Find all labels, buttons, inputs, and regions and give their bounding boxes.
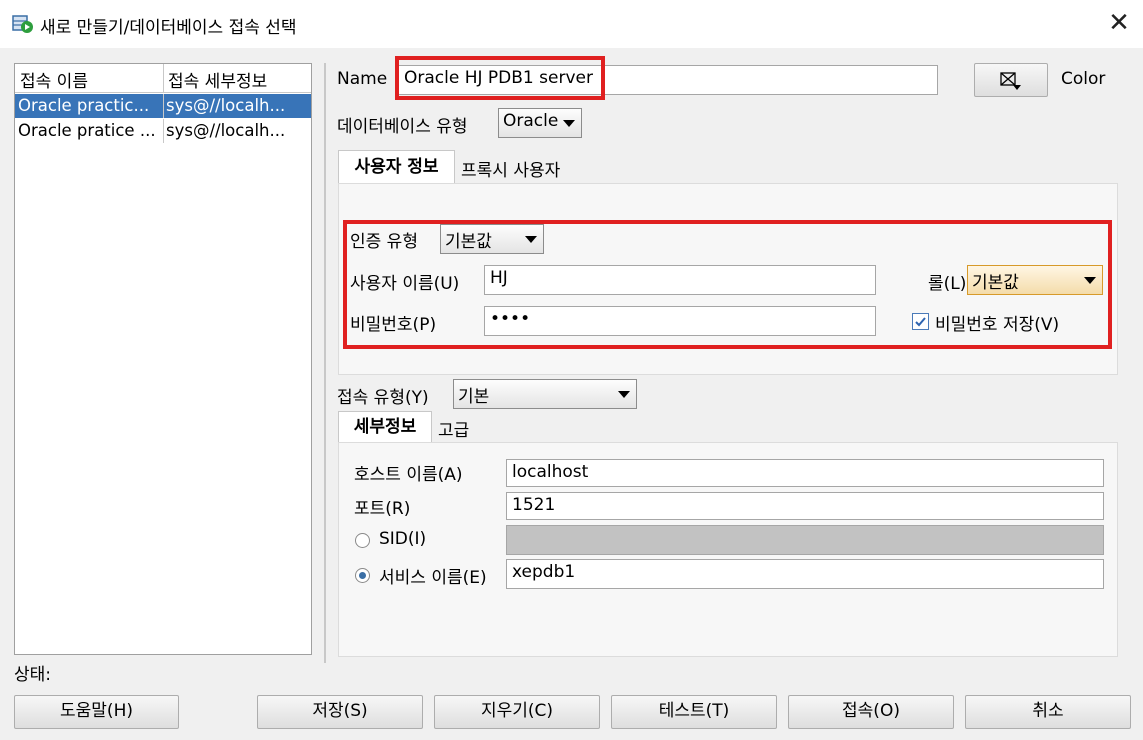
sid-radio[interactable] [355,533,370,548]
clear-button[interactable]: 지우기(C) [434,695,600,729]
service-name-input[interactable]: xepdb1 [506,559,1104,589]
host-label: 호스트 이름(A) [354,465,463,485]
port-label: 포트(R) [354,499,411,519]
color-button[interactable] [974,63,1048,97]
db-type-value: Oracle [503,111,559,131]
service-name-label: 서비스 이름(E) [379,568,487,588]
connection-list-header: 접속 이름 접속 세부정보 [15,64,311,93]
column-header-detail[interactable]: 접속 세부정보 [168,67,267,92]
status-label: 상태: [14,665,52,685]
connection-list[interactable]: 접속 이름 접속 세부정보 Oracle practic... sys@//lo… [14,63,312,655]
chevron-down-icon [618,391,630,398]
splitter[interactable] [324,63,326,663]
connection-name: Oracle pratice ... [18,121,156,140]
window-title: 새로 만들기/데이터베이스 접속 선택 [40,18,297,38]
help-button[interactable]: 도움말(H) [14,695,179,729]
save-button[interactable]: 저장(S) [257,695,423,729]
title-bar: 새로 만들기/데이터베이스 접속 선택 ✕ [0,0,1143,48]
color-label: Color [1061,69,1106,89]
sid-label: SID(I) [379,529,427,549]
name-label: Name [337,69,388,89]
port-input[interactable]: 1521 [506,492,1104,520]
tab-advanced[interactable]: 고급 [438,416,469,441]
service-name-radio[interactable] [355,568,370,583]
cancel-button[interactable]: 취소 [965,695,1131,729]
test-button[interactable]: 테스트(T) [611,695,777,729]
close-icon[interactable]: ✕ [1106,10,1132,36]
conn-type-select[interactable]: 기본 [453,379,637,409]
conn-type-label: 접속 유형(Y) [337,388,429,408]
color-picker-icon [1000,72,1021,90]
highlight-box [395,56,605,100]
tab-user-info[interactable]: 사용자 정보 [338,150,455,184]
column-header-name[interactable]: 접속 이름 [20,67,88,92]
tab-details[interactable]: 세부정보 [338,411,432,443]
cell-divider [163,119,164,143]
list-item[interactable]: Oracle pratice ... sys@//localh... [15,119,311,143]
db-type-label: 데이터베이스 유형 [337,117,468,137]
db-type-select[interactable]: Oracle [498,108,582,138]
connect-button[interactable]: 접속(O) [788,695,954,729]
conn-type-value: 기본 [458,387,490,407]
host-input[interactable]: localhost [506,459,1104,487]
connection-detail: sys@//localh... [166,96,286,115]
chevron-down-icon [563,120,575,127]
cell-divider [163,94,164,118]
highlight-box [343,220,1112,349]
connection-detail: sys@//localh... [166,121,286,140]
radio-selected-dot [359,572,366,579]
database-connect-icon [12,15,33,33]
sid-input [506,525,1104,555]
column-divider [163,64,164,92]
tab-proxy-user[interactable]: 프록시 사용자 [461,156,560,181]
list-item[interactable]: Oracle practic... sys@//localh... [15,94,311,118]
connection-name: Oracle practic... [18,96,150,115]
